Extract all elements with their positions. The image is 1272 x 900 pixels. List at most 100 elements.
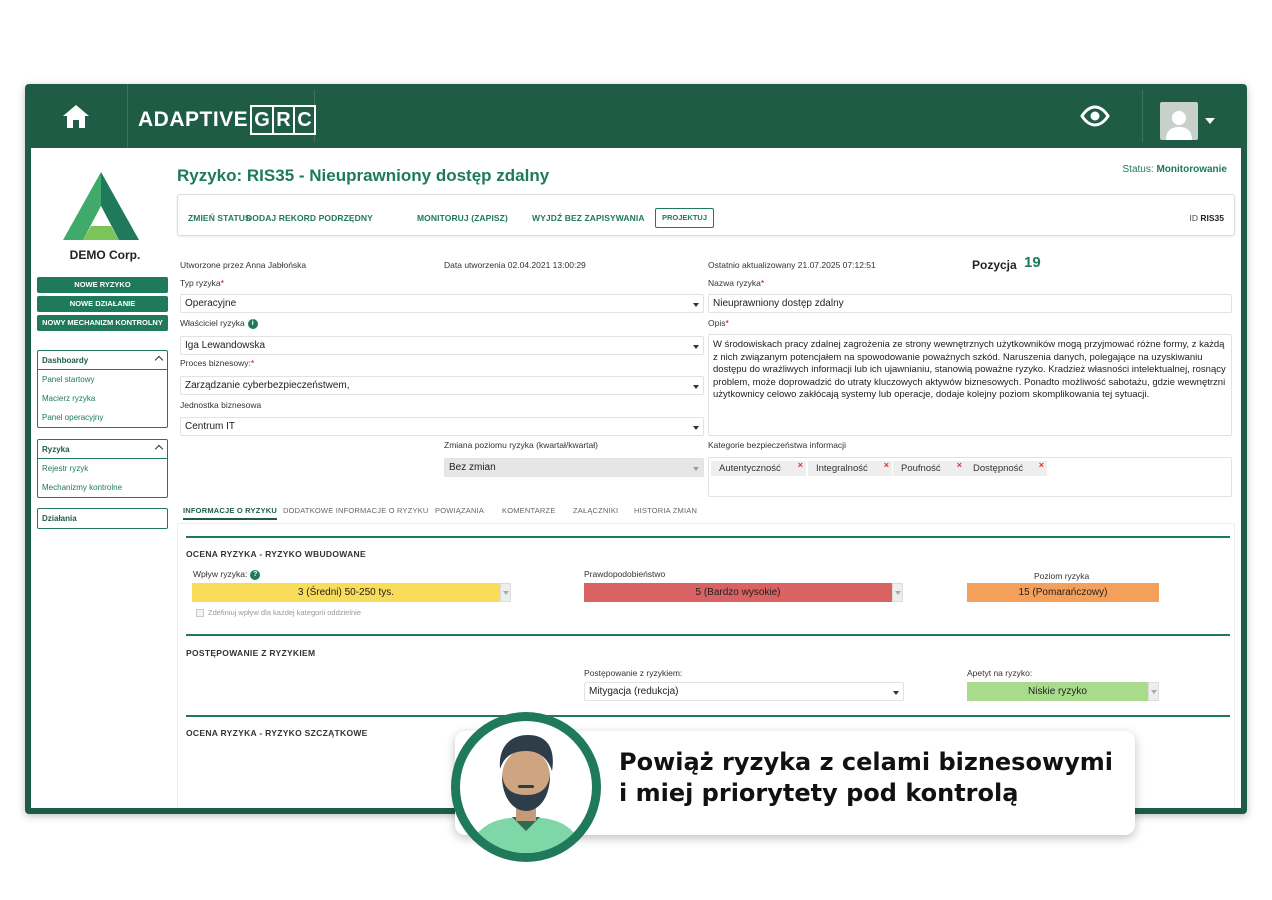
- action-toolbar: ZMIEŃ STATUS DODAJ REKORD PODRZĘDNY MONI…: [177, 194, 1235, 236]
- sidebar-item-panel-startowy[interactable]: Panel startowy: [38, 370, 167, 389]
- exit-without-saving-button[interactable]: WYJDŹ BEZ ZAPISYWANIA: [532, 213, 645, 223]
- tab-additional-info[interactable]: DODATKOWE INFORMACJE O RYZYKU: [283, 506, 429, 515]
- user-avatar-button[interactable]: [1160, 102, 1198, 140]
- persona-portrait: [460, 721, 592, 853]
- category-tag: Poufność ×: [893, 458, 965, 476]
- appetite-select[interactable]: Niskie ryzyko: [967, 682, 1159, 701]
- remove-icon[interactable]: ×: [1039, 458, 1044, 473]
- process-select[interactable]: Zarządzanie cyberbezpieczeństwem,: [180, 376, 704, 395]
- category-tag-label: Autentyczność: [719, 463, 781, 474]
- remove-icon[interactable]: ×: [798, 458, 803, 473]
- risk-type-select[interactable]: Operacyjne: [180, 294, 704, 313]
- impact-value: 3 (Średni) 50-250 tys.: [297, 587, 395, 598]
- appetite-label: Apetyt na ryzyko:: [967, 668, 1033, 678]
- created-date: Data utworzenia 02.04.2021 13:00:29: [444, 260, 586, 270]
- process-label-text: Proces biznesowy:: [180, 358, 251, 368]
- watch-button[interactable]: [1075, 100, 1115, 132]
- sidebar-group-risks: Ryzyka Rejestr ryzyk Mechanizmy kontroln…: [37, 439, 168, 498]
- description-label: Opis*: [708, 318, 729, 328]
- risk-name-input[interactable]: Nieuprawniony dostęp zdalny: [708, 294, 1232, 313]
- category-tag-label: Integralność: [816, 463, 868, 474]
- change-status-button[interactable]: ZMIEŃ STATUS: [188, 213, 251, 223]
- probability-select[interactable]: 5 (Bardzo wysokie): [584, 583, 903, 602]
- monitor-save-button[interactable]: MONITORUJ (ZAPISZ): [417, 213, 508, 223]
- new-action-button[interactable]: NOWE DZIAŁANIE: [37, 296, 168, 312]
- app-logo: ADAPTIVE G R C: [138, 104, 317, 136]
- process-label: Proces biznesowy:*: [180, 358, 254, 368]
- record-id-label: ID: [1189, 213, 1199, 223]
- change-label: Zmiana poziomu ryzyka (kwartał/kwartał): [444, 440, 598, 450]
- chevron-up-icon[interactable]: [154, 444, 164, 454]
- treatment-label: Postępowanie z ryzykiem:: [584, 668, 683, 678]
- section-divider: [186, 634, 1230, 636]
- impact-label: Wpływ ryzyka:?: [193, 569, 261, 580]
- last-updated: Ostatnio aktualizowany 21.07.2025 07:12:…: [708, 260, 876, 270]
- status-value: Monitorowanie: [1156, 164, 1227, 175]
- remove-icon[interactable]: ×: [884, 458, 889, 473]
- categories-field[interactable]: Autentyczność × Integralność × Poufność × D…: [708, 457, 1232, 497]
- risk-level-value: 15 (Pomarańczowy): [967, 583, 1159, 602]
- sidebar-item-risk-register[interactable]: Rejestr ryzyk: [38, 459, 167, 478]
- status-label: Status:: [1122, 164, 1154, 175]
- tab-relations[interactable]: POWIĄZANIA: [435, 506, 484, 515]
- remove-icon[interactable]: ×: [957, 458, 962, 473]
- sidebar-item-operational-panel[interactable]: Panel operacyjny: [38, 408, 167, 427]
- checkbox[interactable]: [196, 609, 204, 618]
- owner-label: Właściciel ryzyka i: [180, 318, 258, 329]
- tab-attachments[interactable]: ZAŁĄCZNIKI: [573, 506, 618, 515]
- treatment-select[interactable]: Mitygacja (redukcja): [584, 682, 904, 701]
- category-tag: Integralność ×: [808, 458, 892, 476]
- categories-label: Kategorie bezpieczeństwa informacji: [708, 440, 846, 450]
- tab-history[interactable]: HISTORIA ZMIAN: [634, 506, 697, 515]
- treatment-title: POSTĘPOWANIE Z RYZYKIEM: [186, 648, 316, 658]
- tab-risk-info[interactable]: INFORMACJE O RYZYKU: [183, 506, 277, 520]
- probability-label: Prawdopodobieństwo: [584, 569, 666, 579]
- treatment-value: Mitygacja (redukcja): [589, 686, 679, 697]
- description-label-text: Opis: [708, 318, 726, 328]
- probability-value: 5 (Bardzo wysokie): [695, 587, 781, 598]
- required-mark: *: [760, 278, 765, 288]
- sidebar-group-header[interactable]: Dashboardy: [38, 351, 167, 370]
- sidebar-group-header[interactable]: Działania: [38, 509, 167, 528]
- per-category-checkbox[interactable]: Zdefiniuj wpływ dla każdej kategorii odd…: [196, 608, 361, 618]
- home-button[interactable]: [25, 84, 128, 148]
- risk-type-label-text: Typ ryzyka: [180, 278, 221, 288]
- design-button[interactable]: PROJEKTUJ: [655, 208, 715, 228]
- chevron-down-icon[interactable]: [1148, 682, 1159, 701]
- help-icon[interactable]: ?: [250, 569, 261, 580]
- sidebar: DEMO Corp. NOWE RYZYKO NOWE DZIAŁANIE NO…: [31, 148, 171, 808]
- page-title: Ryzyko: RIS35 - Nieuprawniony dostęp zda…: [177, 166, 550, 185]
- sidebar-item-controls[interactable]: Mechanizmy kontrolne: [38, 478, 167, 497]
- chevron-down-icon[interactable]: [892, 583, 903, 602]
- unit-value: Centrum IT: [185, 421, 236, 432]
- chevron-down-icon[interactable]: [500, 583, 511, 602]
- owner-select[interactable]: Iga Lewandowska: [180, 336, 704, 355]
- content-area: DEMO Corp. NOWE RYZYKO NOWE DZIAŁANIE NO…: [31, 148, 1241, 808]
- impact-select[interactable]: 3 (Średni) 50-250 tys.: [192, 583, 511, 602]
- appetite-value: Niskie ryzyko: [1028, 686, 1087, 697]
- sidebar-group-title: Działania: [42, 514, 77, 523]
- divider: [314, 90, 315, 142]
- name-label-text: Nazwa ryzyka: [708, 278, 761, 288]
- chevron-down-icon: [693, 345, 699, 349]
- category-tag: Dostępność ×: [965, 458, 1047, 476]
- add-child-record-button[interactable]: DODAJ REKORD PODRZĘDNY: [246, 213, 373, 223]
- risk-name-value: Nieuprawniony dostęp zdalny: [713, 298, 844, 309]
- risk-type-label: Typ ryzyka*: [180, 278, 224, 288]
- info-icon[interactable]: i: [247, 318, 258, 329]
- description-textarea[interactable]: W środowiskach pracy zdalnej zagrożenia …: [708, 334, 1232, 436]
- sidebar-group-header[interactable]: Ryzyka: [38, 440, 167, 459]
- chevron-down-icon[interactable]: [1205, 118, 1215, 124]
- tab-comments[interactable]: KOMENTARZE: [502, 506, 556, 515]
- new-risk-button[interactable]: NOWE RYZYKO: [37, 277, 168, 293]
- inherent-risk-title: OCENA RYZYKA - RYZYKO WBUDOWANE: [186, 549, 366, 559]
- new-control-button[interactable]: NOWY MECHANIZM KONTROLNY: [37, 315, 168, 331]
- tab-bar: INFORMACJE O RYZYKU DODATKOWE INFORMACJE…: [177, 506, 1237, 524]
- unit-label: Jednostka biznesowa: [180, 400, 262, 410]
- sidebar-item-risk-matrix[interactable]: Macierz ryzyka: [38, 389, 167, 408]
- risk-type-value: Operacyjne: [185, 298, 237, 309]
- unit-select[interactable]: Centrum IT: [180, 417, 704, 436]
- chevron-up-icon[interactable]: [154, 355, 164, 365]
- change-select: Bez zmian: [444, 458, 704, 477]
- owner-label-text: Właściciel ryzyka: [180, 318, 245, 328]
